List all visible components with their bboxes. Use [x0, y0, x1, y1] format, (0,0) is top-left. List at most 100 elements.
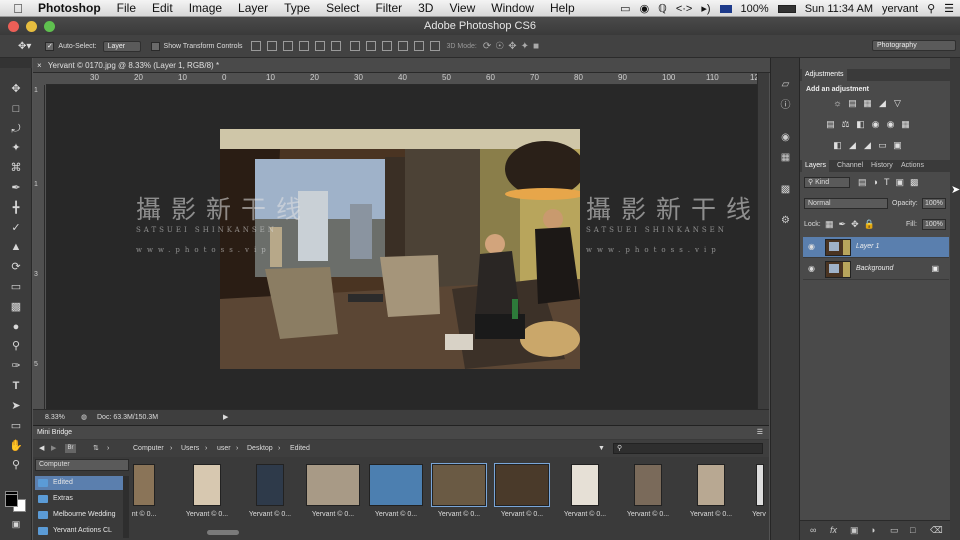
ruler-origin[interactable] [33, 73, 46, 85]
photo-filter-icon[interactable]: ◉ [870, 119, 881, 129]
distribute-left-icon[interactable] [397, 41, 408, 51]
thumbnail[interactable]: Yervant © 0... [557, 461, 613, 518]
vertical-ruler[interactable]: 1 1 3 5 [33, 85, 45, 409]
thumbnail[interactable]: nt © 0... [131, 461, 157, 518]
layer-name[interactable]: Layer 1 [856, 243, 879, 250]
lock-all-icon[interactable]: 🔒 [864, 219, 880, 229]
show-transform-checkbox[interactable] [150, 41, 160, 51]
layer-lock-icon[interactable]: ▣ [931, 264, 939, 273]
horizontal-ruler[interactable]: 3020100102030405060708090100110120 [46, 73, 763, 85]
blend-mode-dropdown[interactable]: Normal [804, 198, 888, 209]
crop-tool-icon[interactable]: ⌘ [7, 160, 25, 176]
marquee-tool-icon[interactable]: □ [7, 101, 25, 117]
type-filter-icon[interactable]: T [884, 177, 896, 187]
align-left-icon[interactable] [298, 41, 309, 51]
shape-tool-icon[interactable]: ▭ [7, 418, 25, 434]
gradient-map-icon[interactable]: ▭ [877, 140, 888, 150]
location-dropdown[interactable]: Computer [35, 459, 129, 471]
menu-app[interactable]: Photoshop [36, 1, 109, 15]
quick-select-tool-icon[interactable]: ✦ [7, 140, 25, 156]
filter-icon[interactable]: ▼ [598, 440, 605, 457]
adjustment-layer-icon[interactable]: ◑ [870, 525, 875, 535]
info-panel-icon[interactable]: ⓘ [779, 100, 792, 112]
hand-tool-icon[interactable]: ✋ [7, 438, 25, 454]
document-photo[interactable] [220, 129, 580, 369]
breadcrumb-users[interactable]: Users [181, 440, 199, 457]
levels-icon[interactable]: ▤ [847, 98, 858, 108]
brush-tool-icon[interactable]: ✓ [7, 220, 25, 236]
folder-scrollbar[interactable] [123, 476, 129, 538]
breadcrumb-edited[interactable]: Edited [290, 440, 310, 457]
apple-icon[interactable]:  [0, 1, 36, 16]
notification-icon[interactable]: ☰ [944, 2, 954, 15]
tool-presets-icon[interactable]: ⚙ [779, 215, 792, 227]
curves-icon[interactable]: ▦ [862, 98, 873, 108]
thumbnail-selected[interactable]: Yervant © 0... [431, 461, 487, 518]
menu-file[interactable]: File [109, 1, 144, 15]
shape-filter-icon[interactable]: ▣ [895, 177, 910, 187]
exposure-icon[interactable]: ◢ [877, 98, 888, 108]
opacity-input[interactable]: 100% [922, 198, 946, 209]
thumbnail[interactable]: Yervant © 0... [242, 461, 298, 518]
history-brush-tool-icon[interactable]: ⟳ [7, 259, 25, 275]
move-tool-icon[interactable]: ✥ [7, 81, 25, 97]
type-tool-icon[interactable]: T [7, 378, 25, 394]
3d-mode-icons[interactable]: ⟳☉✥✦■ [483, 41, 543, 52]
link-layers-icon[interactable]: ∞ [810, 525, 816, 535]
distribute-vcenter-icon[interactable] [365, 41, 376, 51]
pen-tool-icon[interactable]: ✑ [7, 358, 25, 374]
new-layer-icon[interactable]: □ [910, 525, 915, 535]
visibility-eye-icon[interactable]: ◉ [808, 242, 815, 251]
lock-transparent-icon[interactable]: ▦ [825, 219, 839, 229]
sync-icon[interactable]: <·> [676, 3, 693, 15]
dodge-tool-icon[interactable]: ⚲ [7, 338, 25, 354]
distribute-right-icon[interactable] [429, 41, 440, 51]
align-hcenter-icon[interactable] [314, 41, 325, 51]
tab-adjustments[interactable]: Adjustments [802, 69, 847, 81]
battery-icon[interactable] [777, 4, 796, 13]
back-arrow-icon[interactable]: ◀ [39, 440, 44, 457]
color-panel-icon[interactable]: ▱ [779, 79, 792, 91]
align-vcenter-icon[interactable] [266, 41, 277, 51]
folder-melbourne-wedding[interactable]: Melbourne Wedding [35, 508, 127, 522]
move-tool-preset-icon[interactable]: ✥▾ [18, 41, 31, 52]
menu-layer[interactable]: Layer [230, 1, 276, 15]
distribute-hcenter-icon[interactable] [413, 41, 424, 51]
color-lookup-icon[interactable]: ▦ [900, 119, 911, 129]
folder-extras[interactable]: Extras [35, 492, 127, 506]
menu-help[interactable]: Help [542, 1, 583, 15]
panel-menu-icon[interactable]: ☰ [757, 426, 763, 439]
blur-tool-icon[interactable]: ● [7, 319, 25, 335]
menu-window[interactable]: Window [483, 1, 542, 15]
thumbnail[interactable]: Yervant © 0... [683, 461, 739, 518]
tab-channels[interactable]: Channel [834, 160, 866, 172]
align-bottom-icon[interactable] [282, 41, 293, 51]
color-balance-icon[interactable]: ⚖ [840, 119, 851, 129]
thumbnail[interactable]: Yervant © 0... [620, 461, 676, 518]
volume-icon[interactable]: ▸) [701, 2, 710, 15]
bluetooth-icon[interactable]: ℚ [658, 2, 667, 15]
forward-arrow-icon[interactable]: ▶ [51, 440, 56, 457]
menu-edit[interactable]: Edit [144, 1, 181, 15]
layer-filter-dropdown[interactable]: ⚲ Kind [804, 177, 850, 188]
workspace-dropdown[interactable]: Photography [872, 40, 956, 51]
thumbnail[interactable]: Yervant © 0... [368, 461, 424, 518]
document-tab[interactable]: × Yervant © 0170.jpg @ 8.33% (Layer 1, R… [37, 58, 219, 73]
panel-dock-scrollbar[interactable] [950, 58, 960, 540]
layer-row-background[interactable]: ◉ Background ▣ [803, 259, 949, 280]
airplay-icon[interactable]: ▭ [620, 2, 630, 15]
spotlight-icon[interactable]: ⚲ [927, 2, 935, 15]
thumbnail[interactable]: Yerv [745, 461, 767, 518]
align-top-icon[interactable] [250, 41, 261, 51]
new-group-icon[interactable]: ▭ [890, 525, 899, 536]
mini-bridge-title[interactable]: Mini Bridge [37, 429, 72, 436]
breadcrumb-user[interactable]: user [217, 440, 231, 457]
thumbnail[interactable]: Yervant © 0... [305, 461, 361, 518]
visibility-eye-icon[interactable]: ◉ [808, 264, 815, 273]
zoom-window-button[interactable] [44, 21, 55, 32]
gradient-tool-icon[interactable]: ▩ [7, 299, 25, 315]
tab-history[interactable]: History [868, 160, 896, 172]
close-document-icon[interactable]: × [37, 61, 42, 70]
folder-edited[interactable]: Edited [35, 476, 127, 490]
sort-icon[interactable]: ⇅ [93, 440, 99, 457]
